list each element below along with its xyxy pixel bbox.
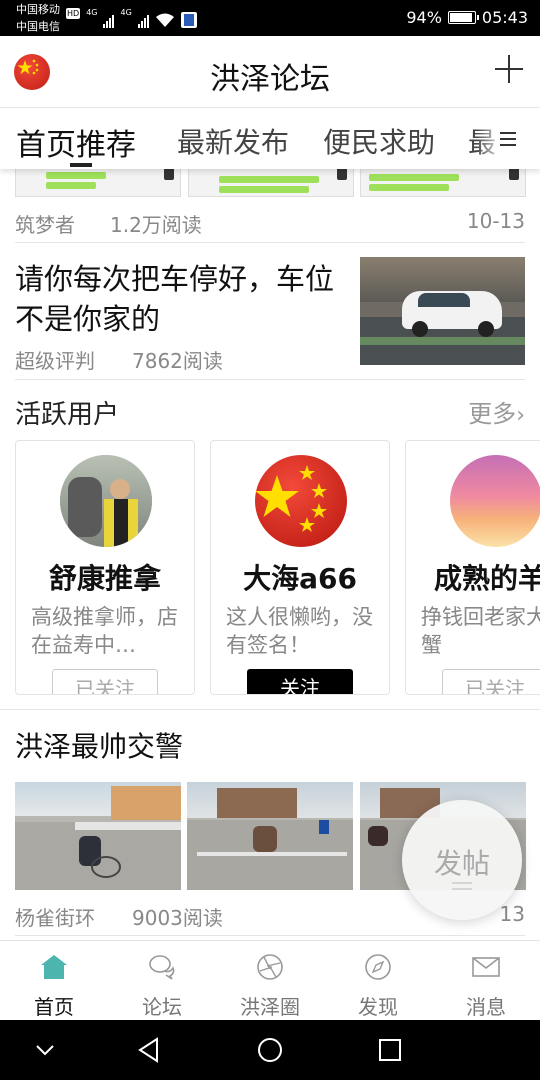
- chat-bubbles-icon: [149, 955, 175, 980]
- tab-home-recommend[interactable]: 首页推荐: [16, 120, 136, 164]
- nav-messages-label: 消息: [466, 995, 506, 1019]
- china-flag-avatar: [255, 455, 347, 547]
- user-name: 成熟的羊: [434, 562, 540, 595]
- post-2-title[interactable]: 请你每次把车停好，车位不是你家的: [15, 259, 340, 339]
- user-card[interactable]: 成熟的羊 挣钱回老家大闸蟹 已关注: [405, 440, 540, 695]
- nav-circle-label: 洪泽圈: [240, 995, 300, 1019]
- app-header: 洪泽论坛: [0, 36, 540, 108]
- aperture-icon: [257, 954, 283, 980]
- new-post-label: 发帖: [433, 847, 490, 880]
- battery-percent: 94%: [406, 8, 442, 27]
- traffic-police-photo[interactable]: [187, 782, 353, 890]
- home-circle-icon[interactable]: [255, 1035, 285, 1065]
- active-tab-indicator: [70, 163, 92, 167]
- nav-home[interactable]: 首页: [0, 941, 108, 1021]
- sunset-avatar: [450, 455, 540, 547]
- user-signature: 这人很懒哟，没有签名！: [226, 605, 373, 657]
- divider: [15, 242, 525, 243]
- battery-icon: [447, 11, 479, 24]
- user-signature: 高级推拿师，店在益寿中…: [31, 605, 178, 657]
- followed-button[interactable]: 已关注: [442, 669, 540, 694]
- app-title: 洪泽论坛: [210, 62, 330, 97]
- nav-forum[interactable]: 论坛: [108, 941, 216, 1021]
- signal-strength-icon-2: [137, 14, 149, 28]
- signal-icons: HD 4G 4G: [66, 8, 197, 28]
- app-notification-icon: [180, 12, 197, 28]
- hd-badge: HD: [66, 8, 81, 19]
- nav-discover[interactable]: 发现: [324, 941, 432, 1021]
- more-users-link[interactable]: 更多›: [468, 394, 525, 429]
- nav-circle[interactable]: 洪泽圈: [216, 941, 324, 1021]
- drag-handle-icon: [452, 882, 472, 894]
- post-1-thumbnails[interactable]: [15, 169, 526, 197]
- chevron-down-icon[interactable]: [30, 1035, 60, 1065]
- status-right: 94% 05:43: [406, 8, 528, 27]
- divider: [15, 935, 525, 936]
- nav-messages[interactable]: 消息: [432, 941, 540, 1021]
- post-1-author: 筑梦者: [15, 213, 75, 237]
- divider: [15, 379, 525, 380]
- network-label-2: 4G: [120, 8, 132, 17]
- compass-icon: [365, 954, 391, 980]
- signal-strength-icon: [103, 14, 115, 28]
- back-icon[interactable]: [135, 1035, 165, 1065]
- system-nav-bar: [0, 1020, 540, 1080]
- user-card[interactable]: 舒康推拿 高级推拿师，店在益寿中… 已关注: [15, 440, 195, 695]
- post-3-reads: 9003阅读: [132, 906, 223, 930]
- plus-icon[interactable]: [492, 52, 526, 86]
- post-3-title[interactable]: 洪泽最帅交警: [15, 727, 515, 767]
- active-users-title: 活跃用户: [15, 400, 120, 430]
- recents-icon[interactable]: [375, 1035, 405, 1065]
- user-name: 舒康推拿: [48, 562, 161, 595]
- post-3-author: 杨雀街环: [15, 906, 95, 930]
- more-label: 更多: [468, 400, 517, 428]
- traffic-police-photo[interactable]: [15, 782, 181, 890]
- tabs-menu-icon[interactable]: [500, 132, 516, 146]
- followed-button[interactable]: 已关注: [52, 669, 158, 694]
- post-1-date: 10-13: [466, 209, 525, 233]
- parked-car-photo[interactable]: [360, 257, 525, 365]
- home-icon: [41, 955, 67, 979]
- nav-forum-label: 论坛: [142, 995, 182, 1019]
- user-card[interactable]: 大海a66 这人很懒哟，没有签名！ 关注: [210, 440, 390, 695]
- tab-help[interactable]: 便民求助: [323, 121, 435, 161]
- bottom-nav: 首页 论坛 洪泽圈 发现 消息: [0, 940, 540, 1020]
- nav-home-label: 首页: [34, 995, 74, 1019]
- user-name: 大海a66: [243, 562, 357, 595]
- user-avatar: [60, 455, 152, 547]
- carrier-2: 中国电信: [16, 20, 60, 33]
- chevron-right-icon: ›: [516, 403, 525, 428]
- category-tabs: 首页推荐 最新发布 便民求助 最: [0, 109, 540, 169]
- section-separator: [0, 709, 540, 710]
- new-post-button[interactable]: 发帖: [402, 800, 522, 920]
- post-1-reads: 1.2万阅读: [110, 213, 202, 237]
- carrier-1: 中国移动: [16, 3, 60, 16]
- user-signature: 挣钱回老家大闸蟹: [421, 605, 540, 657]
- network-label-1: 4G: [86, 8, 98, 17]
- tab-latest[interactable]: 最新发布: [177, 121, 289, 161]
- nav-discover-label: 发现: [358, 995, 398, 1019]
- follow-button[interactable]: 关注: [247, 669, 353, 694]
- post-3-date: 13: [499, 902, 525, 926]
- post-2-author: 超级评判: [15, 349, 95, 373]
- chat-screenshot-thumb: [15, 169, 181, 197]
- wifi-icon: [155, 13, 174, 27]
- chat-screenshot-thumb: [188, 169, 354, 197]
- mail-icon: [472, 957, 500, 977]
- chat-screenshot-thumb: [360, 169, 526, 197]
- post-2-reads: 7862阅读: [132, 349, 223, 373]
- clock: 05:43: [481, 8, 528, 27]
- status-bar: 中国移动 中国电信 HD 4G 4G 94% 05:43: [0, 0, 540, 36]
